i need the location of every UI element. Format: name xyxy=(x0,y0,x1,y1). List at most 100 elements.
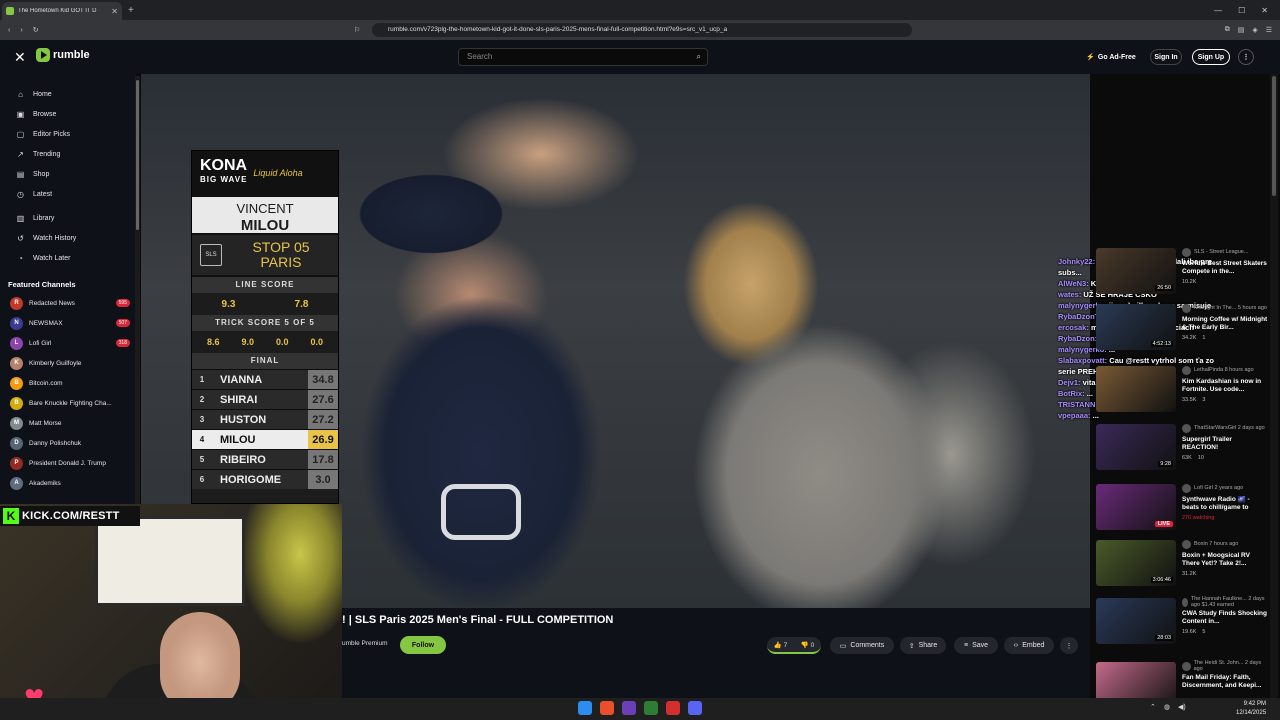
close-tab-icon[interactable]: ✕ xyxy=(111,7,118,16)
sidebar-item-shop[interactable]: ▤ Shop xyxy=(0,164,136,184)
browser-tab[interactable]: The Hometown Kid GOT IT D ✕ xyxy=(2,2,122,20)
more-actions-icon[interactable]: ⋮ xyxy=(1060,637,1078,654)
standings-row: 4 MILOU 26.9 xyxy=(192,429,338,449)
featured-channels-title: Featured Channels xyxy=(8,280,76,289)
video-channel[interactable]: The Heidi St. John... 2 days ago xyxy=(1182,660,1268,671)
video-title[interactable]: CWA Study Finds Shocking Content in... xyxy=(1182,610,1268,626)
video-title[interactable]: Supergirl Trailer REACTION! xyxy=(1182,436,1268,452)
sidebar-item-home[interactable]: ⌂ Home xyxy=(0,84,136,104)
extensions-icon[interactable]: ⧉ xyxy=(1225,26,1230,34)
video-title[interactable]: Synthwave Radio 🌌 - beats to chill/game … xyxy=(1182,496,1268,512)
recommended-video[interactable]: 4:52:13 Midnight In The... 5 hours ago Mor… xyxy=(1096,304,1268,350)
sidebar-item-watch-history[interactable]: ↺ Watch History xyxy=(0,228,136,248)
recommended-video[interactable]: 3:06:46 Boxin 7 hours ago Boxin + Moogsica… xyxy=(1096,540,1268,586)
video-channel[interactable]: LethalPinda 8 hours ago xyxy=(1182,366,1268,375)
video-thumbnail[interactable] xyxy=(1096,366,1176,412)
app-icon-red[interactable] xyxy=(666,701,680,715)
recommended-video[interactable]: LethalPinda 8 hours ago Kim Kardashian is… xyxy=(1096,366,1268,412)
featured-channel[interactable]: K Kimberly Guilfoyle xyxy=(0,353,136,373)
reload-icon[interactable]: ↻ xyxy=(33,26,39,34)
recommended-video[interactable]: LIVE Lofi Girl 2 years ago Synthwave Radio… xyxy=(1096,484,1268,530)
comments-label: Comments xyxy=(850,642,885,649)
featured-channel[interactable]: B Bare Knuckle Fighting Cha... xyxy=(0,393,136,413)
video-channel[interactable]: Boxin 7 hours ago xyxy=(1182,540,1268,549)
new-tab-icon[interactable]: + xyxy=(128,5,134,16)
video-cap xyxy=(331,159,531,259)
sign-up-button[interactable]: Sign Up xyxy=(1192,49,1230,65)
sidebar-item-watch-later[interactable]: ◔ Watch Later xyxy=(0,248,136,268)
sidebar-item-editor-picks[interactable]: ▢ Editor Picks xyxy=(0,124,136,144)
bookmark-icon[interactable]: ⚐ xyxy=(354,26,360,34)
video-channel[interactable]: Lofi Girl 2 years ago xyxy=(1182,484,1268,493)
video-title[interactable]: World's Best Street Skaters Compete in t… xyxy=(1182,260,1268,276)
video-thumbnail[interactable]: 3:06:46 xyxy=(1096,540,1176,586)
tab-title: The Hometown Kid GOT IT D xyxy=(18,8,97,14)
excel-icon[interactable] xyxy=(644,701,658,715)
video-thumbnail[interactable]: LIVE xyxy=(1096,484,1176,530)
featured-channel[interactable]: M Matt Morse xyxy=(0,413,136,433)
maximize-icon[interactable]: ☐ xyxy=(1238,6,1245,15)
featured-channel[interactable]: R Redacted News 595 xyxy=(0,293,136,313)
line-scores: 9.3 7.8 xyxy=(192,293,338,315)
recommended-video[interactable]: 28:03 The Hannah Faulkne... 2 days ago $1… xyxy=(1096,596,1268,644)
video-thumbnail[interactable]: 4:52:13 xyxy=(1096,304,1176,350)
forward-icon[interactable]: › xyxy=(20,27,22,34)
back-icon[interactable]: ‹ xyxy=(8,27,10,34)
video-title[interactable]: Morning Coffee w/ Midnight & The Early B… xyxy=(1182,316,1268,332)
page-scrollbar[interactable] xyxy=(1270,74,1278,700)
sidebar-item-trending[interactable]: ↗ Trending xyxy=(0,144,136,164)
video-title[interactable]: Fan Mail Friday: Faith, Discernment, and… xyxy=(1182,674,1268,690)
sidebar-scrollbar[interactable] xyxy=(135,76,140,504)
video-thumbnail[interactable]: 28:03 xyxy=(1096,598,1176,644)
featured-channel[interactable]: N NEWSMAX 507 xyxy=(0,313,136,333)
recommended-video[interactable]: 26:50 SLS - Street League... World's Best … xyxy=(1096,248,1268,294)
close-window-icon[interactable]: ✕ xyxy=(1261,6,1268,15)
url-field[interactable]: rumble.com/v723plg-the-hometown-kid-got-… xyxy=(372,23,912,37)
video-channel[interactable]: SLS - Street League... xyxy=(1182,248,1268,257)
sidebar-item-latest[interactable]: ◷ Latest xyxy=(0,184,136,204)
featured-channel[interactable]: L Lofi Girl 318 xyxy=(0,333,136,353)
browser-tabbar: The Hometown Kid GOT IT D ✕ + — ☐ ✕ xyxy=(0,0,1280,20)
comments-button[interactable]: ▭ Comments xyxy=(830,637,894,654)
downvote-button[interactable]: 👎 0 xyxy=(801,641,815,649)
save-button[interactable]: ≡ Save xyxy=(954,637,998,654)
app-icon-purple[interactable] xyxy=(622,701,636,715)
tray-up-icon[interactable]: ⌃ xyxy=(1150,703,1156,711)
clock[interactable]: 9:42 PM 12/14/2025 xyxy=(1236,700,1266,718)
featured-channel[interactable]: D Danny Polishchuk xyxy=(0,433,136,453)
network-icon[interactable]: ◍ xyxy=(1164,703,1170,711)
brave-icon[interactable] xyxy=(600,701,614,715)
search-input[interactable]: Search ⌕ xyxy=(458,48,708,66)
video-thumbnail[interactable]: 26:50 xyxy=(1096,248,1176,294)
close-menu-icon[interactable]: ✕ xyxy=(14,49,26,66)
windows-start-icon[interactable] xyxy=(578,701,592,715)
more-options-icon[interactable]: ⋮ xyxy=(1238,49,1254,65)
sidebar-item-browse[interactable]: ▣ Browse xyxy=(0,104,136,124)
rumble-logo[interactable]: rumble xyxy=(36,48,90,62)
video-thumbnail[interactable]: 9:28 xyxy=(1096,424,1176,470)
discord-icon[interactable] xyxy=(688,701,702,715)
minimize-icon[interactable]: — xyxy=(1214,6,1222,15)
video-channel[interactable]: ThatStarWarsGirl 2 days ago xyxy=(1182,424,1268,433)
channel-name[interactable]: umble Premium xyxy=(342,640,388,647)
wallet-icon[interactable]: ◈ xyxy=(1252,26,1257,34)
embed-button[interactable]: ‹› Embed xyxy=(1004,637,1054,654)
volume-icon[interactable]: ◀) xyxy=(1178,703,1186,711)
share-button[interactable]: ⇪ Share xyxy=(900,637,946,654)
video-title[interactable]: Boxin + Moogsical RV There Yet!? Take 2!… xyxy=(1182,552,1268,568)
sidebar-item-library[interactable]: ▥ Library xyxy=(0,208,136,228)
video-title[interactable]: Kim Kardashian is now in Fortnite. Use c… xyxy=(1182,378,1268,394)
upvote-button[interactable]: 👍 7 xyxy=(774,641,788,649)
video-channel[interactable]: The Hannah Faulkne... 2 days ago $1.43 e… xyxy=(1182,596,1268,607)
go-ad-free-button[interactable]: ⚡ Go Ad-Free xyxy=(1080,49,1142,65)
video-channel[interactable]: Midnight In The... 5 hours ago xyxy=(1182,304,1268,313)
recommended-video[interactable]: 9:28 ThatStarWarsGirl 2 days ago Supergirl… xyxy=(1096,424,1268,470)
sidebar-icon[interactable]: ▤ xyxy=(1238,26,1245,34)
search-icon[interactable]: ⌕ xyxy=(697,49,701,65)
featured-channel[interactable]: A Akademiks xyxy=(0,473,136,493)
featured-channel[interactable]: B Bitcoin.com xyxy=(0,373,136,393)
featured-channel[interactable]: P President Donald J. Trump xyxy=(0,453,136,473)
sign-in-button[interactable]: Sign In xyxy=(1150,49,1182,65)
menu-icon[interactable]: ☰ xyxy=(1266,26,1272,34)
follow-button[interactable]: Follow xyxy=(400,636,446,654)
